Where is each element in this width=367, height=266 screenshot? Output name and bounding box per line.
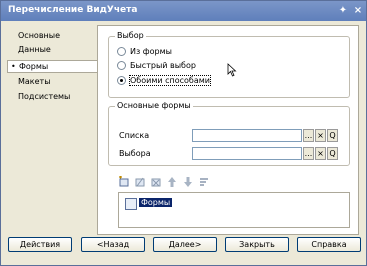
list-form-label: Списка: [119, 131, 150, 140]
sidebar-item-templates[interactable]: Макеты: [7, 76, 97, 89]
edit-form-icon[interactable]: [134, 176, 146, 188]
move-up-icon[interactable]: [166, 176, 178, 188]
choice-form-field[interactable]: [192, 147, 302, 160]
help-button[interactable]: Справка: [297, 237, 361, 252]
list-form-open-button[interactable]: Q: [327, 129, 338, 142]
tree-node-label: Формы: [139, 198, 173, 207]
pin-icon[interactable]: ✦: [336, 4, 350, 18]
move-down-icon[interactable]: [182, 176, 194, 188]
radio-button[interactable]: [117, 47, 126, 56]
sidebar-item-forms[interactable]: • Формы: [7, 60, 99, 73]
sidebar-item-label: Макеты: [18, 77, 51, 86]
sidebar-item-label: Подсистемы: [18, 92, 71, 101]
add-form-icon[interactable]: [118, 176, 130, 188]
sidebar-item-data[interactable]: Данные: [7, 44, 97, 57]
sidebar-item-label: Основные: [18, 31, 61, 40]
forms-tree: Формы: [118, 192, 350, 228]
mouse-cursor-icon: [227, 63, 237, 77]
list-form-field[interactable]: [192, 129, 302, 142]
back-button[interactable]: <Назад: [81, 237, 145, 252]
sidebar-item-main[interactable]: Основные: [7, 30, 97, 43]
radio-button[interactable]: [117, 61, 126, 70]
list-form-clear-button[interactable]: ×: [315, 129, 326, 142]
dialog-buttons: Действия <Назад Далее> Закрыть Справка: [1, 237, 366, 257]
window: Перечисление ВидУчета ✦ × Основные Данны…: [0, 0, 367, 266]
delete-form-icon[interactable]: [150, 176, 162, 188]
radio-label: Быстрый выбор: [130, 61, 196, 70]
forms-panel: Выбор Из формы Быстрый выбор Обоими спос…: [97, 25, 359, 235]
main-forms-group-title: Основные формы: [115, 101, 193, 110]
radio-label: Обоими способами: [129, 75, 211, 86]
next-button[interactable]: Далее>: [153, 237, 217, 252]
window-title: Перечисление ВидУчета: [8, 5, 138, 15]
list-form-select-button[interactable]: ...: [303, 129, 314, 142]
radio-button-selected[interactable]: [117, 76, 126, 85]
title-bar: Перечисление ВидУчета ✦ ×: [1, 1, 366, 21]
choice-group-title: Выбор: [115, 31, 146, 40]
forms-folder-icon: [125, 198, 137, 210]
sidebar: Основные Данные • Формы Макеты Подсистем…: [7, 28, 99, 228]
choice-form-label: Выбора: [119, 149, 151, 158]
choice-form-clear-button[interactable]: ×: [315, 147, 326, 160]
close-button[interactable]: Закрыть: [225, 237, 289, 252]
sort-icon[interactable]: [198, 176, 210, 188]
sidebar-item-label: Формы: [19, 62, 49, 71]
selected-marker-icon: •: [11, 62, 16, 71]
forms-toolbar: [118, 176, 238, 190]
choice-form-select-button[interactable]: ...: [303, 147, 314, 160]
close-icon[interactable]: ×: [351, 4, 365, 18]
actions-button[interactable]: Действия: [8, 237, 72, 252]
choice-form-open-button[interactable]: Q: [327, 147, 338, 160]
sidebar-item-label: Данные: [18, 45, 51, 54]
main-forms-group: Основные формы Списка ... × Q Выбора ...…: [108, 101, 350, 166]
sidebar-item-subsystems[interactable]: Подсистемы: [7, 91, 97, 104]
radio-label: Из формы: [130, 47, 172, 56]
